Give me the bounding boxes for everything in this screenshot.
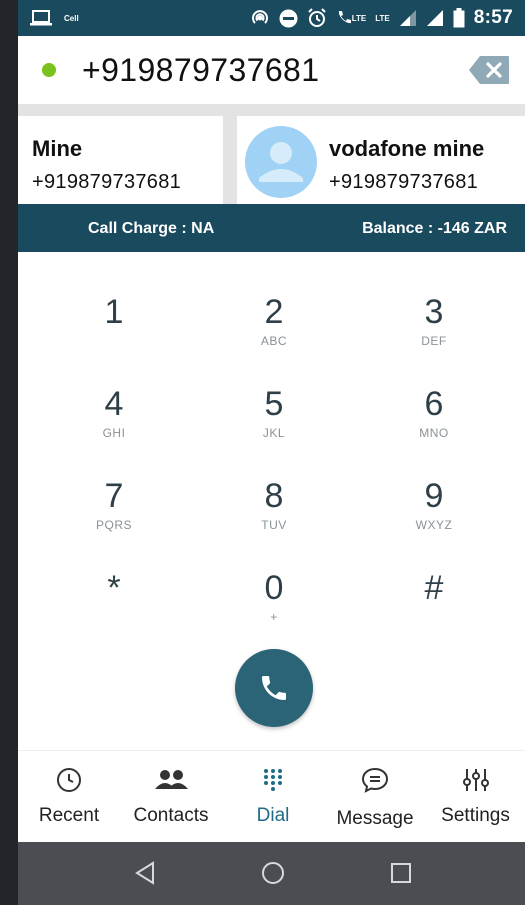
laptop-icon [30, 9, 52, 27]
nav-message[interactable]: Message [324, 751, 426, 843]
lte-data-icon: LTE [375, 13, 390, 23]
alarm-icon [307, 8, 327, 28]
call-button[interactable] [235, 649, 313, 727]
key-8[interactable]: 8 TUV [214, 476, 334, 556]
dialpad: 1 2 ABC 3 DEF 4 GHI 5 JKL 6 MNO 7 PQRS 8 TUV 9W… [18, 252, 525, 750]
backspace-icon [469, 56, 509, 84]
dnd-icon [279, 9, 298, 28]
key-3[interactable]: 3 DEF [374, 292, 494, 372]
dialed-number[interactable]: +919879737681 [82, 52, 319, 89]
nav-label: Message [336, 808, 414, 829]
bottom-nav: Recent Contacts Dial Message Settings [18, 750, 525, 843]
home-button[interactable] [258, 858, 288, 888]
contact-suggestions: Mine +919879737681 vodafone mine +919879… [18, 116, 525, 204]
people-icon [120, 765, 222, 795]
hotspot-icon [250, 8, 270, 28]
nav-dial[interactable]: Dial [222, 751, 324, 843]
status-bar: Cell LTE LTE 8:57 [18, 0, 525, 36]
back-icon [135, 861, 154, 885]
key-hash[interactable]: # [374, 568, 494, 648]
call-charge-text: Call Charge : NA [88, 220, 215, 237]
phone-icon [262, 676, 286, 700]
key-1[interactable]: 1 [54, 292, 174, 372]
nav-label: Contacts [133, 805, 209, 826]
balance-text: Balance : -146 ZAR [362, 220, 507, 237]
battery-icon [453, 8, 465, 28]
contact-name: vodafone mine [329, 136, 485, 161]
divider [18, 104, 525, 116]
back-button[interactable] [130, 858, 160, 888]
number-display: +919879737681 [18, 36, 525, 104]
status-dot [42, 63, 56, 77]
avatar [245, 126, 317, 198]
nav-label: Dial [256, 805, 290, 826]
charge-bar: Call Charge : NA Balance : -146 ZAR [18, 204, 525, 252]
background-edge [0, 0, 18, 905]
key-4[interactable]: 4 GHI [54, 384, 174, 464]
nav-contacts[interactable]: Contacts [120, 751, 222, 843]
backspace-button[interactable] [467, 55, 511, 85]
system-nav-bar [18, 842, 525, 905]
contact-card-vodafone-mine[interactable]: vodafone mine +919879737681 [237, 116, 525, 204]
clock-icon [18, 765, 120, 795]
person-icon [259, 142, 303, 182]
key-star[interactable]: * [54, 568, 174, 648]
recents-icon [391, 863, 411, 883]
clock-time: 8:57 [473, 7, 513, 28]
contact-card-mine[interactable]: Mine +919879737681 [18, 116, 223, 204]
key-2[interactable]: 2 ABC [214, 292, 334, 372]
signal-icon-2 [426, 9, 444, 27]
sliders-icon [426, 765, 525, 795]
key-7[interactable]: 7 PQRS [54, 476, 174, 556]
key-0[interactable]: 0 + [214, 568, 334, 648]
dialpad-icon [222, 765, 324, 795]
contact-number: +919879737681 [32, 171, 182, 193]
nav-label: Recent [38, 805, 100, 826]
key-9[interactable]: 9 WXYZ [374, 476, 494, 556]
home-icon [262, 862, 284, 884]
key-5[interactable]: 5 JKL [214, 384, 334, 464]
nav-recent[interactable]: Recent [18, 751, 120, 843]
contact-name: Mine [32, 136, 83, 161]
nav-label: Settings [441, 805, 510, 826]
lte-call-icon: LTE [336, 10, 366, 26]
contact-number: +919879737681 [329, 171, 479, 193]
key-6[interactable]: 6 MNO [374, 384, 494, 464]
carrier-label: Cell [64, 13, 79, 23]
nav-settings[interactable]: Settings [426, 751, 525, 843]
signal-icon-1 [399, 9, 417, 27]
message-icon [324, 765, 426, 795]
recents-button[interactable] [386, 858, 416, 888]
